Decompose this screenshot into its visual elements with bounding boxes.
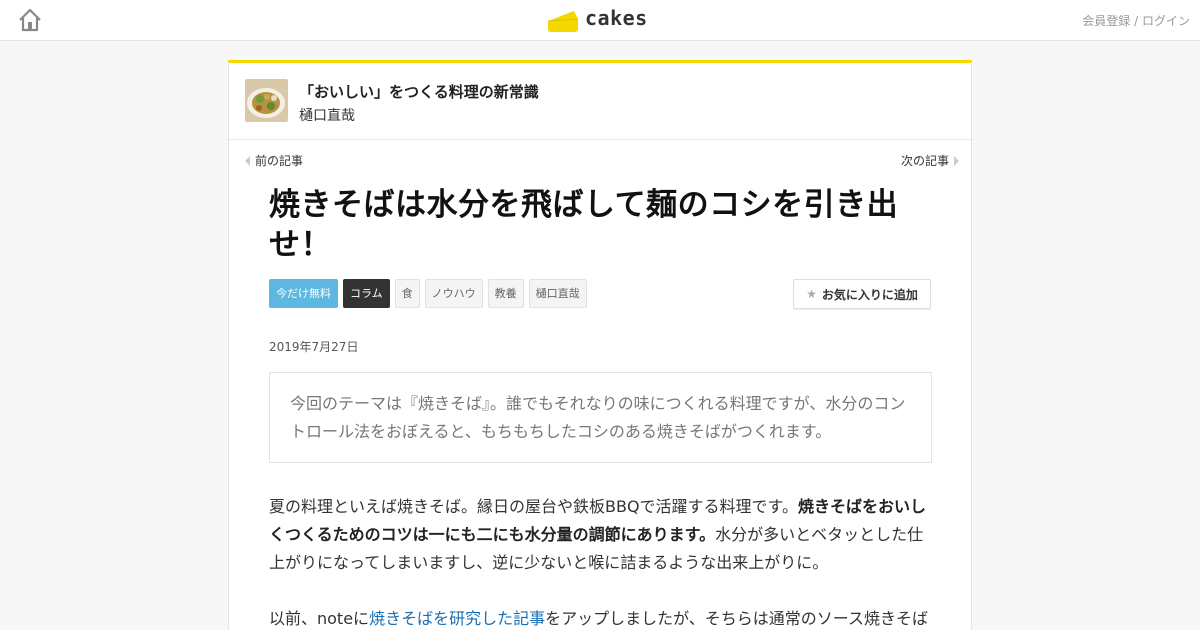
chevron-right-icon	[954, 155, 959, 166]
register-link[interactable]: 会員登録	[1082, 14, 1130, 28]
logo-text: cakes	[585, 6, 648, 30]
prev-article-link[interactable]: 前の記事	[245, 152, 303, 169]
tag-list: 今だけ無料 コラム 食 ノウハウ 教養 樋口直哉	[269, 279, 587, 308]
top-bar: cakes 会員登録 / ログイン	[0, 0, 1200, 41]
article-card: 「おいしい」をつくる料理の新常識 樋口直哉 前の記事 次の記事 焼きそばは水分を…	[228, 60, 972, 630]
publish-date: 2019年7月27日	[269, 340, 359, 354]
body-paragraph: 夏の料理といえば焼きそば。縁日の屋台や鉄板BBQで活躍する料理です。焼きそばをお…	[269, 493, 933, 577]
prev-article-label: 前の記事	[255, 154, 304, 168]
body-text: 以前、noteに	[269, 609, 370, 628]
series-author[interactable]: 樋口直哉	[299, 105, 355, 125]
article-lead: 今回のテーマは『焼きそば』。誰でもそれなりの味につくれる料理ですが、水分のコント…	[269, 372, 932, 463]
auth-separator: /	[1130, 14, 1142, 28]
home-icon[interactable]	[17, 7, 43, 33]
add-favorite-label: お気に入りに追加	[821, 287, 918, 302]
tag-food[interactable]: 食	[394, 279, 420, 308]
login-link[interactable]: ログイン	[1142, 14, 1190, 28]
next-article-link[interactable]: 次の記事	[901, 152, 959, 169]
cake-icon	[547, 11, 579, 32]
tag-column[interactable]: コラム	[343, 279, 390, 308]
add-favorite-button[interactable]: ★ お気に入りに追加	[793, 279, 931, 309]
series-header[interactable]: 「おいしい」をつくる料理の新常識 樋口直哉	[229, 63, 971, 140]
star-icon: ★	[806, 287, 817, 301]
tag-free[interactable]: 今だけ無料	[269, 279, 338, 308]
body-paragraph: 以前、noteに焼きそばを研究した記事をアップしましたが、そちらは通常のソース焼…	[269, 605, 933, 630]
series-title[interactable]: 「おいしい」をつくる料理の新常識	[299, 81, 539, 102]
tag-author[interactable]: 樋口直哉	[528, 279, 587, 308]
body-text: をアップしましたが、そちらは通常のソース焼きそば	[545, 609, 928, 628]
article-title: 焼きそばは水分を飛ばして麺のコシを引き出せ！	[269, 187, 899, 263]
related-article-link[interactable]: 焼きそばを研究した記事	[369, 609, 545, 628]
chevron-left-icon	[245, 155, 250, 166]
tag-culture[interactable]: 教養	[487, 279, 524, 308]
article-body: 夏の料理といえば焼きそば。縁日の屋台や鉄板BBQで活躍する料理です。焼きそばをお…	[269, 493, 933, 630]
auth-links: 会員登録 / ログイン	[1082, 12, 1190, 29]
tag-knowhow[interactable]: ノウハウ	[424, 279, 483, 308]
body-text: 夏の料理といえば焼きそば。縁日の屋台や鉄板BBQで活躍する料理です。	[269, 497, 798, 516]
next-article-label: 次の記事	[900, 154, 949, 168]
series-thumbnail[interactable]	[245, 79, 288, 122]
site-logo[interactable]: cakes	[547, 5, 648, 35]
